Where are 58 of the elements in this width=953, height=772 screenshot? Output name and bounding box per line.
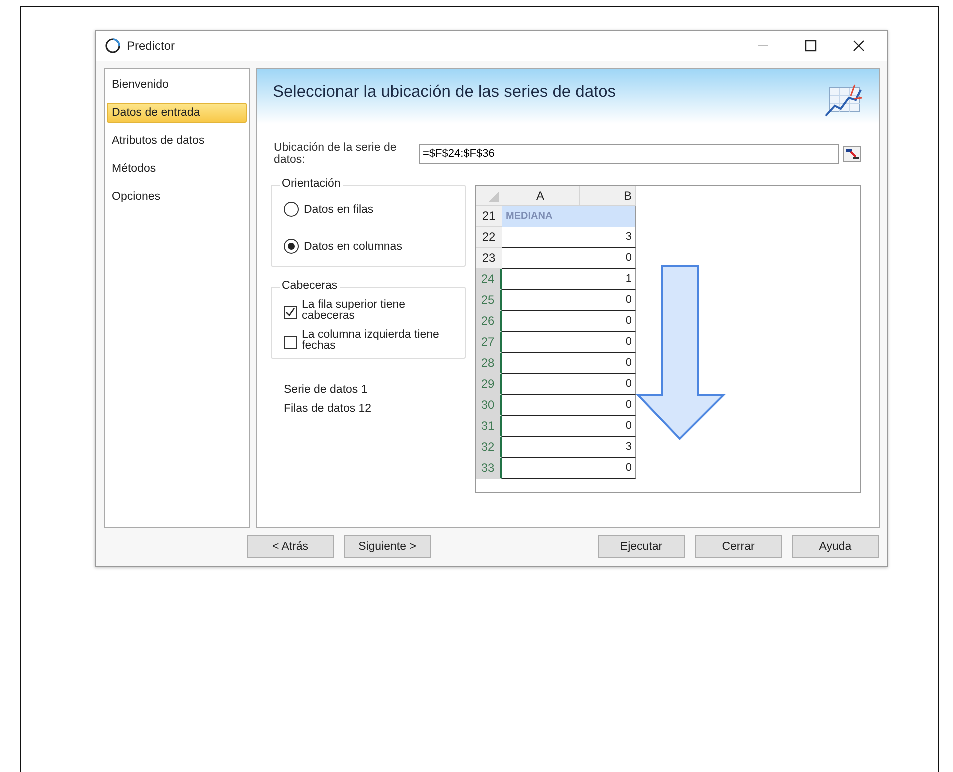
dialog-button[interactable]: Ayuda (792, 535, 879, 558)
nav-item[interactable]: Atributos de datos (107, 131, 247, 151)
nav-item[interactable]: Opciones (107, 187, 247, 207)
nav-item[interactable]: Métodos (107, 159, 247, 179)
group-label: Cabeceras (280, 280, 340, 292)
info-text: Serie de datos 1 (284, 384, 369, 396)
row-header[interactable]: 30 (476, 395, 502, 416)
page-title: Seleccionar la ubicación de las series de datos (273, 83, 616, 102)
option-label: Datos en filas (304, 204, 374, 216)
range-input-field[interactable]: =$F$24:$F$36 (419, 144, 839, 164)
table-cell: 0 (580, 311, 636, 332)
range-picker-button[interactable] (843, 146, 861, 162)
row-header[interactable]: 31 (476, 416, 502, 437)
row-header[interactable]: 22 (476, 227, 502, 248)
window-title: Predictor (127, 39, 176, 53)
table-cell: 0 (580, 395, 636, 416)
dialog-button[interactable]: Cerrar (695, 535, 782, 558)
group-label: Orientación (280, 178, 343, 190)
dialog-button[interactable]: Siguiente > (344, 535, 431, 558)
row-header[interactable]: 33 (476, 458, 502, 479)
table-cell: 0 (580, 458, 636, 479)
row-header[interactable]: 29 (476, 374, 502, 395)
info-text: Filas de datos 12 (284, 403, 373, 415)
nav-item[interactable]: Datos de entrada (107, 103, 247, 123)
row-header[interactable]: 21 (476, 206, 502, 227)
table-cell: 3 (580, 437, 636, 458)
row-header[interactable]: 32 (476, 437, 502, 458)
row-header[interactable]: 24 (476, 269, 502, 290)
table-cell: 0 (580, 290, 636, 311)
row-header[interactable]: 25 (476, 290, 502, 311)
table-cell: 1 (580, 269, 636, 290)
radio-button[interactable] (284, 202, 299, 217)
row-header[interactable]: 28 (476, 353, 502, 374)
maximize-button[interactable] (805, 40, 817, 52)
row-header[interactable]: 27 (476, 332, 502, 353)
column-header[interactable]: B (580, 186, 636, 205)
table-cell: 0 (580, 374, 636, 395)
table-cell: 0 (580, 332, 636, 353)
dialog-button[interactable]: Ejecutar (598, 535, 685, 558)
checkbox[interactable] (284, 306, 297, 319)
dialog-button[interactable]: < Atrás (247, 535, 334, 558)
app-logo-icon (105, 38, 121, 54)
checkbox[interactable] (284, 336, 297, 349)
row-header[interactable]: 23 (476, 248, 502, 269)
radio-button[interactable] (284, 239, 299, 254)
nav-item[interactable]: Bienvenido (107, 75, 247, 95)
close-button[interactable] (853, 40, 865, 52)
option-label: La columna izquierda tiene fechas (302, 330, 440, 352)
column-header[interactable]: A (502, 186, 580, 205)
field-label: Ubicación de la serie de datos: (274, 142, 398, 166)
row-header[interactable]: 26 (476, 311, 502, 332)
option-label: La fila superior tiene cabeceras (302, 300, 407, 322)
table-cell: 0 (580, 353, 636, 374)
option-label: Datos en columnas (304, 240, 402, 252)
table-cell: 0 (580, 248, 636, 269)
table-cell: 3 (580, 227, 636, 248)
table-cell: MEDIANA (502, 206, 580, 227)
table-cell: 0 (580, 416, 636, 437)
